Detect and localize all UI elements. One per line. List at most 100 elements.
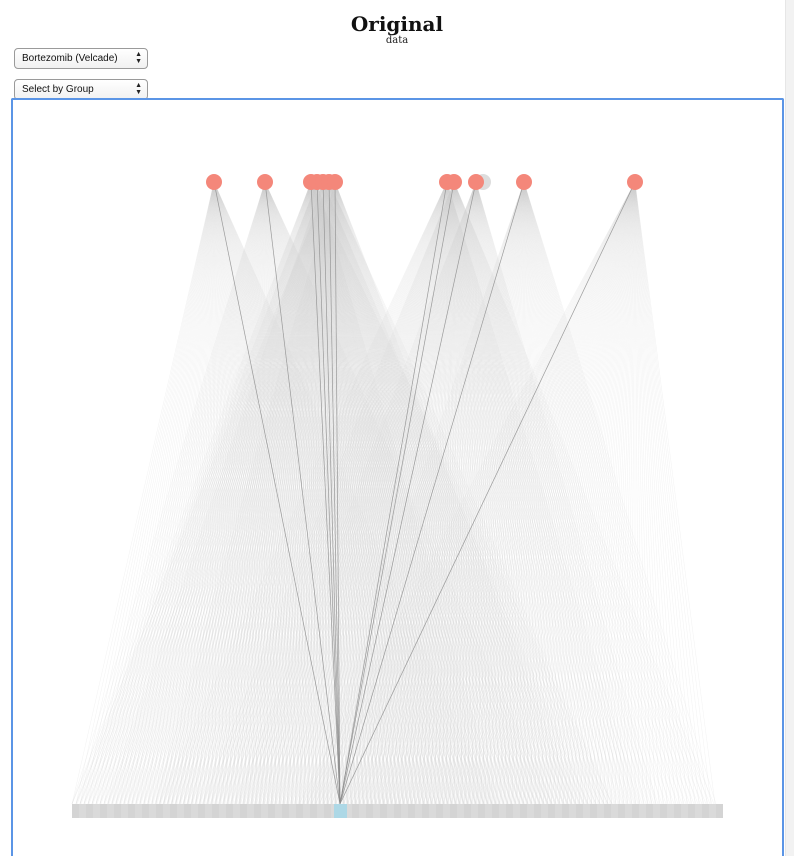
bottom-node <box>625 804 632 818</box>
bottom-node <box>492 804 499 818</box>
page-scrollbar[interactable] <box>785 0 794 856</box>
bottom-node <box>254 804 261 818</box>
top-node <box>206 174 222 190</box>
bottom-node-highlighted <box>334 804 347 818</box>
bottom-node <box>443 804 450 818</box>
bottom-node <box>79 804 86 818</box>
bottom-node-bar <box>72 804 723 818</box>
bottom-node <box>233 804 240 818</box>
bottom-node <box>373 804 380 818</box>
bottom-node <box>681 804 688 818</box>
bottom-node <box>520 804 527 818</box>
bottom-node <box>86 804 93 818</box>
bottom-node <box>114 804 121 818</box>
bottom-node <box>499 804 506 818</box>
bottom-node <box>583 804 590 818</box>
bottom-node <box>156 804 163 818</box>
bottom-node <box>660 804 667 818</box>
bottom-node <box>219 804 226 818</box>
bottom-node <box>170 804 177 818</box>
bottom-node <box>716 804 723 818</box>
bottom-node <box>163 804 170 818</box>
bottom-node <box>317 804 324 818</box>
bottom-node <box>401 804 408 818</box>
bottom-node <box>324 804 331 818</box>
drug-select-value: Bortezomib (Velcade) <box>22 53 118 64</box>
network-graph-panel <box>11 98 784 856</box>
bottom-node <box>618 804 625 818</box>
top-node <box>627 174 643 190</box>
bottom-node <box>100 804 107 818</box>
bottom-node <box>471 804 478 818</box>
bottom-node <box>667 804 674 818</box>
bottom-node <box>464 804 471 818</box>
top-node-layer <box>206 174 643 190</box>
bottom-node <box>352 804 359 818</box>
bottom-node <box>632 804 639 818</box>
bottom-node <box>639 804 646 818</box>
bottom-node <box>184 804 191 818</box>
page: Original data Bortezomib (Velcade) ▲ ▼ Se… <box>0 0 794 856</box>
bottom-node <box>485 804 492 818</box>
bottom-node <box>541 804 548 818</box>
bottom-node <box>562 804 569 818</box>
bottom-node <box>555 804 562 818</box>
drug-select[interactable]: Bortezomib (Velcade) ▲ ▼ <box>14 48 148 69</box>
top-node <box>327 174 343 190</box>
group-select[interactable]: Select by Group ▲ ▼ <box>14 79 148 100</box>
bottom-node <box>282 804 289 818</box>
bottom-node <box>429 804 436 818</box>
bottom-node <box>198 804 205 818</box>
bottom-node <box>695 804 702 818</box>
top-node <box>446 174 462 190</box>
bottom-node <box>590 804 597 818</box>
group-select-value: Select by Group <box>22 84 94 95</box>
bottom-node <box>247 804 254 818</box>
bottom-node <box>177 804 184 818</box>
bottom-node <box>359 804 366 818</box>
top-node <box>257 174 273 190</box>
bottom-node <box>275 804 282 818</box>
bottom-node <box>702 804 709 818</box>
bottom-node <box>261 804 268 818</box>
edge <box>119 181 215 805</box>
bottom-node <box>646 804 653 818</box>
bottom-node <box>268 804 275 818</box>
bottom-node <box>394 804 401 818</box>
bottom-node <box>310 804 317 818</box>
bottom-node <box>93 804 100 818</box>
bottom-node <box>709 804 716 818</box>
bottom-node <box>604 804 611 818</box>
bottom-node <box>513 804 520 818</box>
bottom-node <box>450 804 457 818</box>
top-node <box>468 174 484 190</box>
select-arrows-icon: ▲ ▼ <box>135 51 142 65</box>
bottom-node <box>478 804 485 818</box>
bottom-node <box>296 804 303 818</box>
bottom-node <box>387 804 394 818</box>
edge-layer <box>71 181 717 805</box>
edge <box>634 181 692 805</box>
bottom-node <box>436 804 443 818</box>
bottom-node <box>135 804 142 818</box>
bottom-node <box>226 804 233 818</box>
bottom-node <box>72 804 79 818</box>
bottom-node <box>121 804 128 818</box>
page-title: Original <box>350 12 444 36</box>
bottom-node <box>107 804 114 818</box>
bottom-node <box>380 804 387 818</box>
select-arrows-icon: ▲ ▼ <box>135 82 142 96</box>
bottom-node <box>142 804 149 818</box>
network-graph <box>71 174 723 818</box>
bottom-node <box>457 804 464 818</box>
edge <box>634 181 708 805</box>
bottom-node <box>366 804 373 818</box>
bottom-node <box>422 804 429 818</box>
bottom-node <box>576 804 583 818</box>
top-node <box>516 174 532 190</box>
bottom-node <box>191 804 198 818</box>
bottom-node <box>653 804 660 818</box>
page-subtitle: data <box>385 35 409 46</box>
bottom-node <box>289 804 296 818</box>
bottom-node <box>611 804 618 818</box>
